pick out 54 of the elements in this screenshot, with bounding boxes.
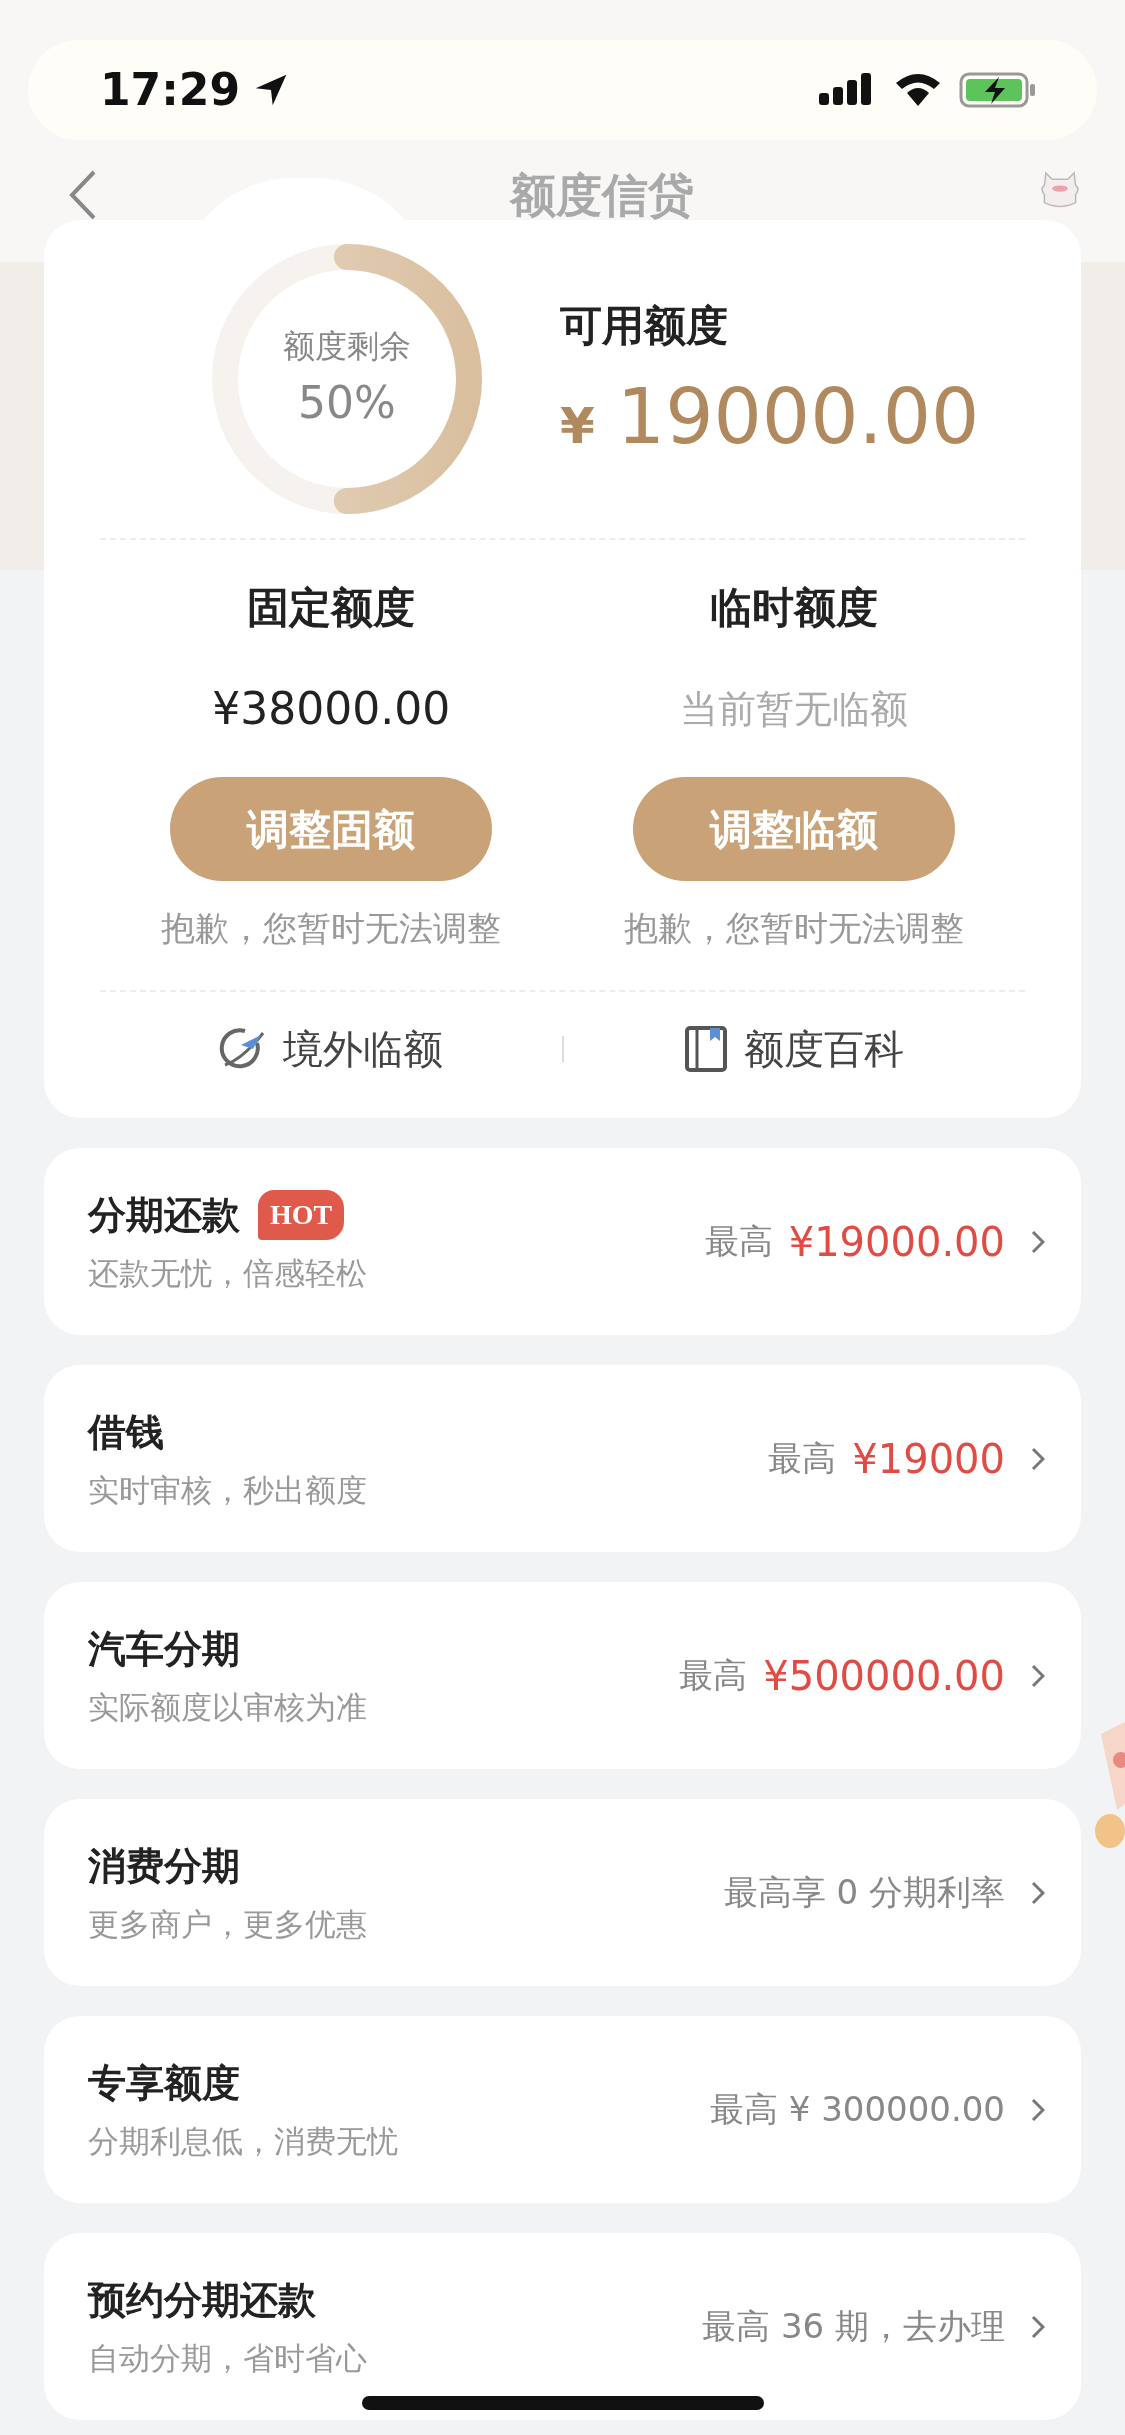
product-card[interactable]: 消费分期 更多商户，更多优惠 最高享 0 分期利率 [44,1799,1081,1986]
limit-amount: ¥19000.00 [788,1217,1005,1267]
product-subtitle: 分期利息低，消费无忧 [88,2121,398,2161]
limit-amount: ¥500000.00 [763,1651,1005,1701]
status-time: 17:29 [100,63,241,117]
chevron-right-icon [1031,1229,1045,1254]
product-card[interactable]: 预约分期还款 自动分期，省时省心 最高 36 期，去办理 [44,2233,1081,2420]
limit-label: 最高 [704,1220,773,1263]
product-card[interactable]: 借钱 实时审核，秒出额度 最高 ¥19000 [44,1365,1081,1552]
product-subtitle: 实时审核，秒出额度 [88,1470,367,1510]
currency-symbol: ¥ [560,396,595,457]
adjust-note: 抱歉，您暂时无法调整 [623,907,964,950]
product-subtitle: 自动分期，省时省心 [88,2338,367,2378]
available-amount: 19000.00 [616,379,980,455]
back-button[interactable] [68,168,98,222]
book-icon [684,1025,729,1073]
product-card[interactable]: 专享额度 分期利息低，消费无忧 最高 ¥ 300000.00 [44,2016,1081,2203]
adjust-note: 抱歉，您暂时无法调整 [161,907,502,950]
chevron-right-icon [1031,1880,1045,1905]
product-offer: 最高 ¥ 300000.00 [709,2088,1005,2131]
quota-amount: ¥38000.00 [212,682,451,736]
product-title: 分期还款 [88,1191,240,1239]
product-title: 专享额度 [88,2059,240,2107]
ring-percent: 50% [298,376,396,430]
battery-charging-icon [959,71,1037,109]
column-title: 临时额度 [709,582,878,634]
chevron-right-icon [1031,1663,1045,1688]
available-label: 可用额度 [560,300,729,352]
product-title: 预约分期还款 [88,2276,316,2324]
product-offer: 最高 36 期，去办理 [702,2305,1005,2348]
product-card[interactable]: 分期还款 HOT 还款无忧，倍感轻松 最高 ¥19000.00 [44,1148,1081,1335]
chevron-right-icon [1031,2097,1045,2122]
quota-link[interactable]: 额度百科 [563,1018,1025,1080]
chevron-right-icon [1031,2314,1045,2339]
product-subtitle: 还款无忧，倍感轻松 [88,1253,367,1293]
quota-link[interactable]: 境外临额 [100,1018,562,1080]
limit-label: 最高 [679,1654,748,1697]
hot-badge: HOT [258,1190,345,1241]
product-title: 消费分期 [88,1842,240,1890]
column-title: 固定额度 [247,582,416,634]
product-subtitle: 更多商户，更多优惠 [88,1904,367,1944]
product-title: 汽车分期 [88,1625,240,1673]
chevron-right-icon [1031,1446,1045,1471]
product-card[interactable]: 汽车分期 实际额度以审核为准 最高 ¥500000.00 [44,1582,1081,1769]
ring-label: 额度剩余 [283,326,411,367]
page-title: 额度信贷 [509,166,694,224]
limit-label: 最高 [768,1437,837,1480]
location-arrow-icon [254,73,289,107]
product-subtitle: 实际额度以审核为准 [88,1687,367,1727]
product-offer: 最高享 0 分期利率 [723,1871,1005,1914]
quota-hint: 当前暂无临额 [679,686,908,733]
mascot-drawing[interactable] [1095,1720,1125,1850]
product-title: 借钱 [88,1408,164,1456]
limit-amount: ¥19000 [852,1434,1005,1484]
